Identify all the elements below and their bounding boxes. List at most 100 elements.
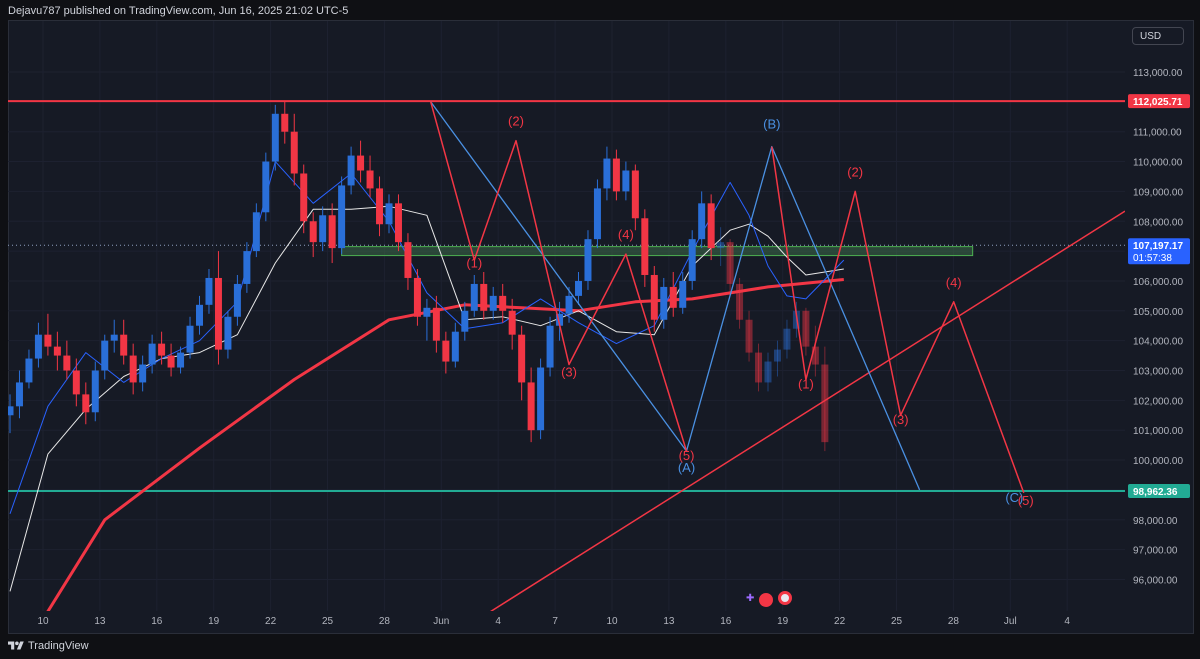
candle-body [309,221,317,243]
y-tick-label: 109,000.00 [1133,187,1183,198]
currency-selector[interactable]: USD [1132,27,1184,45]
x-tick-label: Jul [1004,616,1017,627]
candle-body [34,334,42,359]
candle-body [442,340,450,362]
candle-body [63,355,71,371]
ma-long-line [46,278,844,611]
projection-candle-body [726,242,734,284]
candle-body [120,334,128,356]
x-tick-label: 16 [151,616,163,627]
candle-body [537,367,545,431]
candle-body [158,343,166,356]
projection-candle-body [773,349,781,362]
candle-body [546,325,554,368]
wave-label: (1) [798,376,814,391]
candle-body [357,155,365,171]
x-tick-label: 19 [777,616,789,627]
candle-body [319,215,327,243]
candle-body [499,295,507,311]
x-tick-label: 22 [265,616,277,627]
price-chart[interactable]: (1)(2)(3)(4)(5)(A)(B)(1)(2)(3)(4)(C)(5)1… [0,0,1200,659]
candle-body [167,355,175,368]
candle-body [72,370,80,395]
wave-label: (4) [618,227,634,242]
y-tick-label: 102,000.00 [1133,396,1183,407]
candle-body [15,382,23,407]
candle-body [252,212,260,252]
candle-body [262,161,270,213]
candle-body [480,283,488,311]
candle-body [565,295,573,314]
candle-body [679,280,687,308]
impulse-wave-2-path [771,146,1025,494]
projection-candle-body [745,319,753,353]
us-flag-icon[interactable] [757,591,775,609]
candle-body [641,218,649,275]
y-tick-label: 113,000.00 [1133,68,1183,79]
candle-body [347,155,355,186]
wave-label: (1) [466,256,482,271]
candle-body [575,280,582,296]
candle-body [470,283,478,311]
y-tick-label: 105,000.00 [1133,307,1183,318]
candle-body [129,355,137,383]
candle-body [101,340,109,371]
wave-label: (5) [1018,493,1034,508]
candle-body [489,295,497,311]
y-tick-label: 96,000.00 [1133,575,1178,586]
projection-candle-body [755,352,763,383]
bar-countdown-label: 01:57:38 [1133,253,1172,264]
add-event-icon[interactable]: ✚ [746,593,754,604]
candle-body [233,283,241,317]
candle-body [214,277,222,350]
candle-body [186,325,194,353]
candle-body [622,170,630,192]
tradingview-logo-icon[interactable] [8,639,24,653]
economic-events[interactable]: ✚ [746,590,796,609]
candle-body [338,185,346,249]
projection-candle-body [764,361,772,383]
x-tick-label: 25 [322,616,334,627]
candle-body [205,277,213,305]
candle-body [82,394,90,413]
candle-body [376,188,384,225]
candle-body [44,334,52,347]
candle-body [612,158,620,192]
wave-label: (2) [508,114,524,129]
candle-body [328,215,336,249]
y-tick-label: 103,000.00 [1133,367,1183,378]
candle-body [394,203,402,243]
x-tick-label: 22 [834,616,846,627]
y-tick-label: 104,000.00 [1133,337,1183,348]
candle-body [243,251,251,284]
x-tick-label: 25 [891,616,903,627]
candle-body [404,242,412,278]
x-tick-label: 10 [37,616,49,627]
candle-body [688,239,696,281]
candle-body [8,406,14,416]
us-event-icon[interactable] [778,591,792,605]
candle-body [451,331,459,362]
x-tick-label: 13 [663,616,675,627]
x-tick-label: 10 [606,616,618,627]
demand-zone [341,246,974,257]
projection-candle-body [821,364,829,443]
projection-candle-body [717,242,725,249]
candle-body [366,170,374,189]
wave-label: (3) [893,412,909,427]
candle-body [290,131,298,174]
x-tick-label: 4 [495,616,501,627]
y-tick-label: 106,000.00 [1133,277,1183,288]
candle-body [698,203,706,240]
support-price-label: 98,962.36 [1133,487,1178,498]
x-tick-label: Jun [433,616,449,627]
candle-body [139,364,147,383]
candle-body [518,334,526,383]
candle-body [584,239,592,281]
current-price-label: 107,197.17 [1133,241,1183,252]
candle-body [707,203,715,249]
wave-label: (3) [561,364,577,379]
tradingview-brand[interactable]: TradingView [28,640,89,652]
candle-body [177,352,185,368]
candle-body [631,170,639,219]
